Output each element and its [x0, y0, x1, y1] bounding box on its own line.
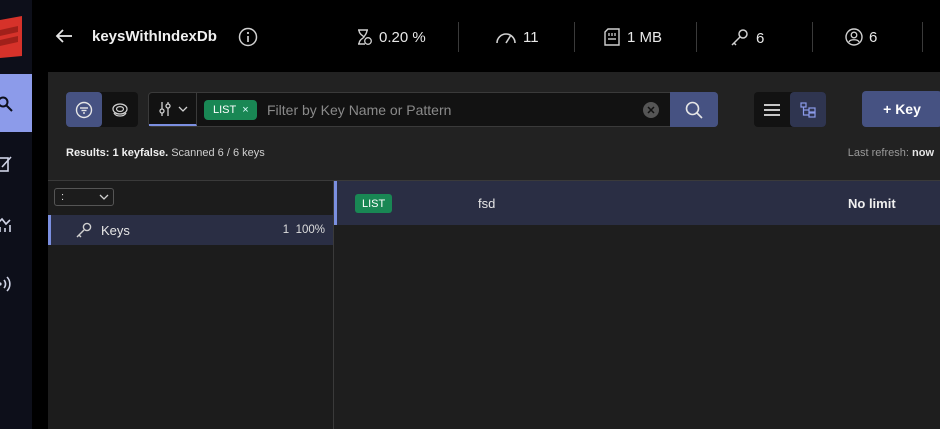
list-type-chip: LIST × — [204, 100, 257, 120]
add-key-button[interactable]: + Key — [862, 91, 940, 127]
back-arrow-icon[interactable] — [54, 26, 74, 46]
delimiter-select[interactable]: : — [54, 188, 114, 206]
clear-filter-icon[interactable] — [643, 102, 659, 118]
list-view-button[interactable] — [754, 92, 790, 127]
clients-value: 6 — [869, 28, 878, 46]
key-icon — [731, 29, 748, 46]
workbench-nav-button[interactable] — [0, 135, 32, 193]
tree-item-keys[interactable]: Keys 1 100% — [48, 215, 333, 245]
stat-divider — [574, 22, 575, 52]
broadcast-icon — [0, 276, 11, 292]
chip-remove-icon[interactable]: × — [242, 104, 248, 116]
database-name: keysWithIndexDb — [92, 28, 217, 45]
redisearch-button[interactable] — [102, 92, 138, 127]
tree-view-button[interactable] — [790, 92, 826, 127]
delimiter-value: : — [61, 191, 65, 203]
stat-divider — [812, 22, 813, 52]
cpu-value: 0.20 % — [379, 28, 426, 46]
analysis-nav-button[interactable] — [0, 196, 32, 254]
last-refresh: Last refresh: now — [848, 147, 934, 159]
info-icon[interactable] — [238, 27, 258, 52]
filter-icon — [75, 101, 93, 118]
key-name: fsd — [478, 196, 496, 211]
list-icon — [764, 103, 780, 116]
browser-nav-button[interactable] — [0, 74, 32, 132]
key-icon — [76, 222, 92, 238]
key-list: LIST fsd No limit — [334, 180, 940, 429]
tree-item-count: 1 100% — [283, 224, 325, 236]
memory-value: 1 MB — [627, 28, 663, 46]
tree-icon — [800, 101, 816, 118]
edit-icon — [0, 156, 12, 172]
browser-panel: LIST × Filter by Key Name or Pattern + K… — [48, 72, 940, 429]
filter-bar: LIST × — [148, 92, 718, 127]
results-summary: Results: 1 keyfalse. Scanned 6 / 6 keys — [66, 147, 265, 159]
clients-stat: 6 — [845, 28, 877, 46]
tree-item-label: Keys — [101, 222, 130, 238]
speedometer-icon — [496, 33, 516, 44]
sliders-icon — [158, 101, 171, 116]
filter-input[interactable] — [267, 101, 637, 119]
type-filter-select[interactable] — [149, 93, 197, 126]
key-ttl: No limit — [848, 196, 896, 211]
view-mode-switch — [754, 92, 826, 127]
key-icon — [0, 96, 13, 112]
cpu-stat: 0.20 % — [355, 28, 426, 46]
cpu-timer-icon — [358, 29, 372, 45]
memory-icon — [604, 28, 620, 46]
tree-item-percent: 100% — [295, 224, 325, 236]
left-navigation — [0, 0, 32, 429]
chevron-down-icon — [99, 194, 109, 200]
table-row[interactable]: LIST fsd No limit — [334, 181, 940, 225]
index-search-icon — [112, 102, 128, 117]
results-count: 1 keyfalse. — [112, 147, 169, 159]
refresh-value[interactable]: now — [912, 147, 934, 159]
tree-item-number: 1 — [282, 224, 290, 236]
search-button[interactable] — [670, 92, 718, 127]
analytics-icon — [0, 217, 11, 232]
pubsub-nav-button[interactable] — [0, 255, 32, 313]
results-prefix: Results: — [66, 147, 110, 159]
chevron-down-icon — [178, 106, 187, 112]
keys-value: 6 — [756, 29, 765, 47]
refresh-label: Last refresh: — [847, 147, 909, 159]
results-scanned: Scanned 6 / 6 keys — [171, 147, 265, 159]
ops-value: 11 — [523, 28, 539, 46]
chip-label: LIST — [213, 104, 237, 116]
redis-logo-icon[interactable] — [0, 16, 22, 58]
key-type-badge: LIST — [355, 194, 393, 213]
pattern-search-button[interactable] — [66, 92, 102, 127]
search-icon — [685, 101, 703, 119]
user-icon — [845, 28, 863, 46]
keys-stat: 6 — [730, 28, 764, 48]
top-bar: keysWithIndexDb 0.20 % 11 1 MB 6 6 — [32, 0, 940, 72]
tree-panel: : Keys 1 100% — [48, 180, 334, 429]
stat-divider — [696, 22, 697, 52]
app-root: keysWithIndexDb 0.20 % 11 1 MB 6 6 LIST … — [0, 0, 940, 429]
stat-divider — [922, 22, 923, 52]
memory-stat: 1 MB — [603, 28, 662, 46]
search-mode-switch — [66, 92, 138, 127]
stat-divider — [458, 22, 459, 52]
ops-stat: 11 — [495, 28, 539, 46]
